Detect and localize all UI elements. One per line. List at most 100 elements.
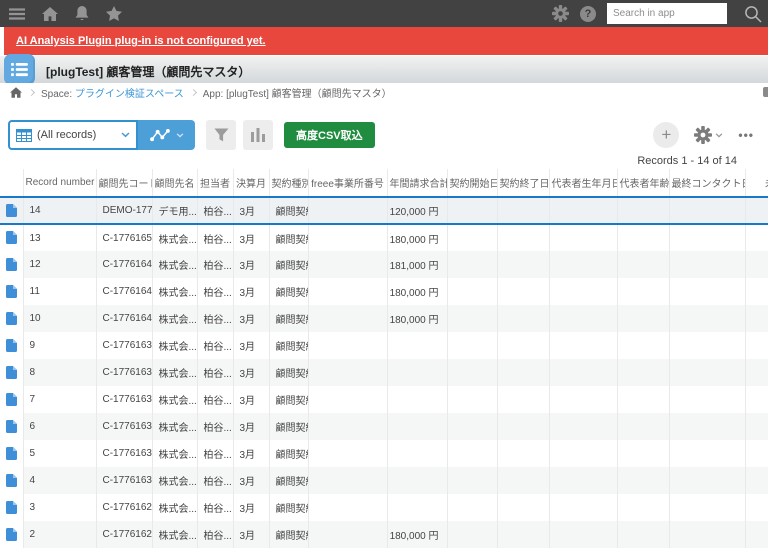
cell-assignee: 柏谷... xyxy=(197,359,234,386)
cell-fiscal_month: 3月 xyxy=(233,467,270,494)
column-header[interactable]: 決算月 xyxy=(233,169,270,197)
cell-last_contact xyxy=(669,467,746,494)
filter-button[interactable] xyxy=(206,120,236,150)
app-header: [plugTest] 顧客管理（顧問先マスタ） xyxy=(0,54,768,85)
cell-contract_start xyxy=(447,494,498,521)
record-open-icon[interactable] xyxy=(5,419,17,433)
cell-code: C-17761638... xyxy=(96,332,153,359)
cell-uncontact xyxy=(745,305,768,332)
help-icon[interactable]: ? xyxy=(580,5,596,22)
column-header[interactable]: 最終コンタクト日 xyxy=(669,169,746,197)
cell-contract_type: 顧問契約 xyxy=(269,224,309,251)
admin-gear-icon[interactable] xyxy=(552,5,569,22)
cell-rep_birthday xyxy=(549,467,618,494)
column-header[interactable]: 顧問先名 xyxy=(152,169,198,197)
cell-record_number: 10 xyxy=(23,305,97,332)
plugin-warning-link[interactable]: AI Analysis Plugin plug-in is not config… xyxy=(16,35,266,47)
view-selector-dropdown[interactable]: (All records) xyxy=(8,120,138,150)
column-header[interactable]: 契約種別 xyxy=(269,169,309,197)
add-record-button[interactable]: + xyxy=(653,122,680,148)
column-header[interactable]: 契約開始日 xyxy=(447,169,498,197)
cell-rep_age xyxy=(617,494,670,521)
cell-contract_start xyxy=(447,196,498,225)
cell-annual_total: 120,000 円 xyxy=(387,196,448,225)
breadcrumb: Space: プラグイン検証スペース App: [plugTest] 顧客管理（… xyxy=(0,83,768,102)
space-link[interactable]: プラグイン検証スペース xyxy=(75,89,184,100)
record-open-icon[interactable] xyxy=(5,527,17,541)
column-header[interactable]: Record number xyxy=(23,169,97,197)
cell-annual_total: 180,000 円 xyxy=(387,224,448,251)
column-header[interactable]: 年間請求合計 xyxy=(387,169,448,197)
records-table-wrap: Record number顧問先コード顧問先名担当者決算月契約種別freee事業… xyxy=(0,169,768,548)
cell-contract_type: 顧問契約 xyxy=(269,251,309,278)
settings-gear-icon xyxy=(694,126,713,144)
column-header[interactable]: 代表者生年月日 xyxy=(549,169,618,197)
cell-annual_total xyxy=(387,359,448,386)
view-selector-label: (All records) xyxy=(37,129,97,141)
record-open-icon[interactable] xyxy=(5,203,17,217)
record-open-icon[interactable] xyxy=(5,473,17,487)
cell-freee_no xyxy=(308,413,388,440)
app-settings-button[interactable] xyxy=(694,126,723,144)
record-open-icon[interactable] xyxy=(5,284,17,298)
record-open-icon[interactable] xyxy=(5,392,17,406)
favorites-star-icon[interactable] xyxy=(106,6,122,21)
table-row: 6C-17761634...株式会...柏谷...3月顧問契約 xyxy=(0,413,768,440)
table-row: 8C-17761636...株式会...柏谷...3月顧問契約 xyxy=(0,359,768,386)
cell-uncontact xyxy=(745,413,768,440)
hamburger-menu-icon[interactable] xyxy=(9,7,25,20)
cell-contract_type: 顧問契約 xyxy=(269,413,309,440)
cell-contract_end xyxy=(497,386,550,413)
record-open-icon[interactable] xyxy=(5,500,17,514)
table-row: 14DEMO-1776...デモ用...柏谷...3月顧問契約 120,000 円 xyxy=(0,196,768,225)
cell-rep_age xyxy=(617,224,670,251)
cell-annual_total xyxy=(387,413,448,440)
cell-code: C-17761622... xyxy=(96,494,153,521)
cell-name: 株式会... xyxy=(152,467,198,494)
cell-name: 株式会... xyxy=(152,251,198,278)
column-header[interactable]: 代表者年齢 xyxy=(617,169,670,197)
home-icon[interactable] xyxy=(42,6,58,21)
cell-record-icon xyxy=(0,386,24,413)
csv-import-button[interactable]: 高度CSV取込 xyxy=(284,122,375,148)
graph-view-button[interactable] xyxy=(138,120,195,150)
record-open-icon[interactable] xyxy=(5,446,17,460)
cell-contract_end xyxy=(497,305,550,332)
table-view-icon xyxy=(16,128,32,142)
column-header[interactable]: 契約終了日 xyxy=(497,169,550,197)
record-open-icon[interactable] xyxy=(5,338,17,352)
column-header[interactable]: freee事業所番号 xyxy=(308,169,388,197)
table-row: 9C-17761638...株式会...柏谷...3月顧問契約 xyxy=(0,332,768,359)
cell-uncontact xyxy=(745,332,768,359)
cell-name: 株式会... xyxy=(152,359,198,386)
table-row: 7C-17761635...株式会...柏谷...3月顧問契約 xyxy=(0,386,768,413)
app-icon[interactable] xyxy=(4,54,35,85)
cell-annual_total xyxy=(387,440,448,467)
more-options-button[interactable]: ••• xyxy=(738,128,754,142)
cell-annual_total xyxy=(387,467,448,494)
chart-button[interactable] xyxy=(243,120,273,150)
record-open-icon[interactable] xyxy=(5,231,17,244)
column-header[interactable]: 顧問先コード xyxy=(96,169,153,197)
record-open-icon[interactable] xyxy=(5,365,17,379)
cell-fiscal_month: 3月 xyxy=(233,413,270,440)
cell-fiscal_month: 3月 xyxy=(233,251,270,278)
record-open-icon[interactable] xyxy=(5,311,17,325)
cell-rep_age xyxy=(617,305,670,332)
cell-uncontact xyxy=(745,467,768,494)
column-header[interactable]: 未コン xyxy=(745,169,768,197)
breadcrumb-home-icon[interactable] xyxy=(10,87,22,98)
cell-assignee: 柏谷... xyxy=(197,440,234,467)
cell-rep_age xyxy=(617,386,670,413)
cell-freee_no xyxy=(308,251,388,278)
cell-record-icon xyxy=(0,251,24,278)
notifications-bell-icon[interactable] xyxy=(75,5,89,22)
cell-record-icon xyxy=(0,521,24,548)
search-submit-button[interactable] xyxy=(738,0,768,27)
cell-contract_end xyxy=(497,413,550,440)
column-header[interactable]: 担当者 xyxy=(197,169,234,197)
search-input[interactable] xyxy=(607,3,727,24)
record-open-icon[interactable] xyxy=(5,257,17,271)
cell-fiscal_month: 3月 xyxy=(233,224,270,251)
cell-fiscal_month: 3月 xyxy=(233,521,270,548)
